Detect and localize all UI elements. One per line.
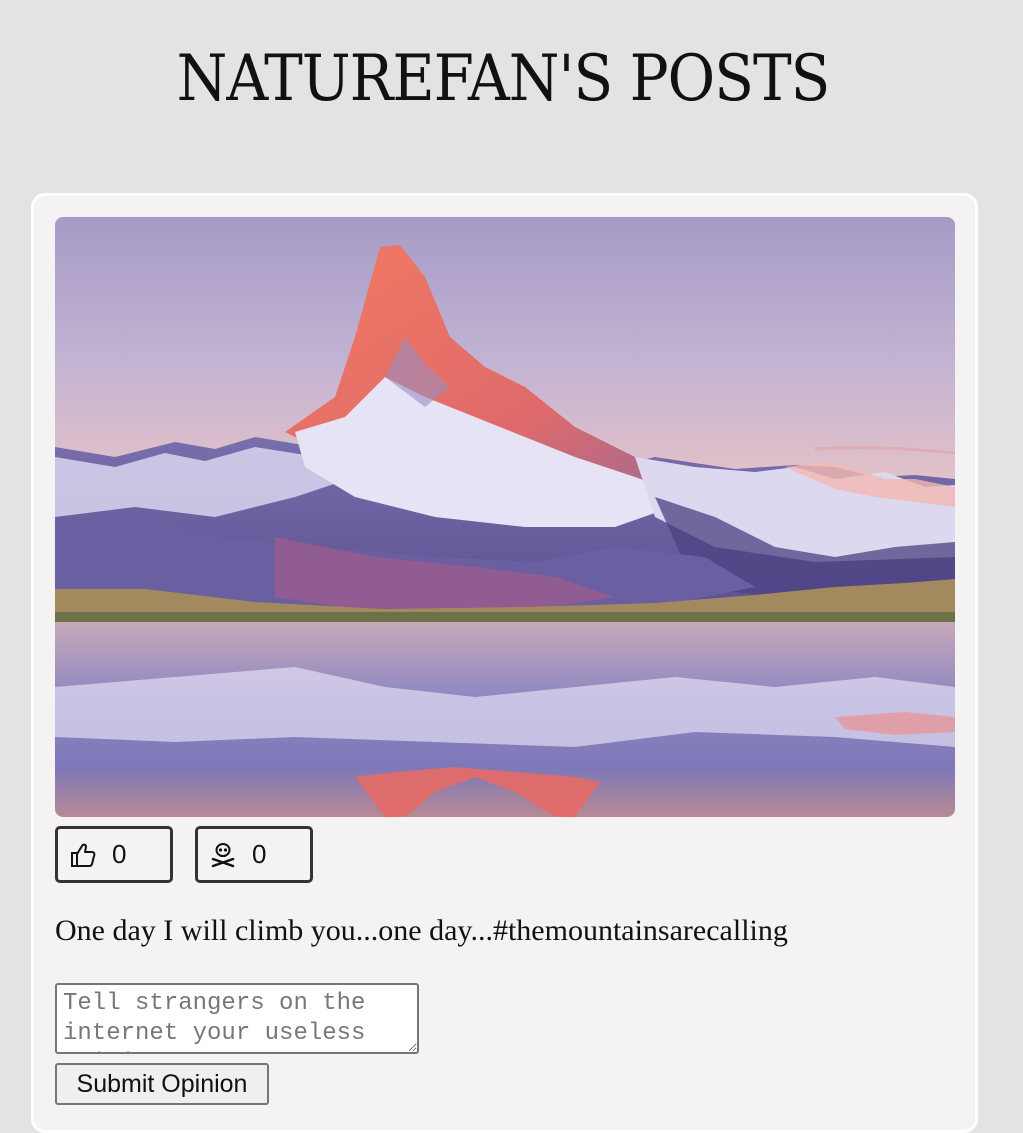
post-caption: One day I will climb you...one day...#th… xyxy=(55,914,788,947)
like-count: 0 xyxy=(112,839,127,869)
submit-opinion-button[interactable]: Submit Opinion xyxy=(55,1063,269,1105)
skull-crossbones-icon xyxy=(208,840,238,870)
like-button[interactable]: 0 xyxy=(55,826,173,883)
comment-input[interactable] xyxy=(55,983,419,1054)
post-card: 0 0 One day I will climb you...one day..… xyxy=(31,193,978,1133)
thumbs-up-icon xyxy=(68,840,98,870)
page-title: NATUREFAN'S POSTS xyxy=(176,40,831,116)
skull-count: 0 xyxy=(252,839,267,869)
post-image xyxy=(55,217,955,817)
skull-reaction-button[interactable]: 0 xyxy=(195,826,313,883)
